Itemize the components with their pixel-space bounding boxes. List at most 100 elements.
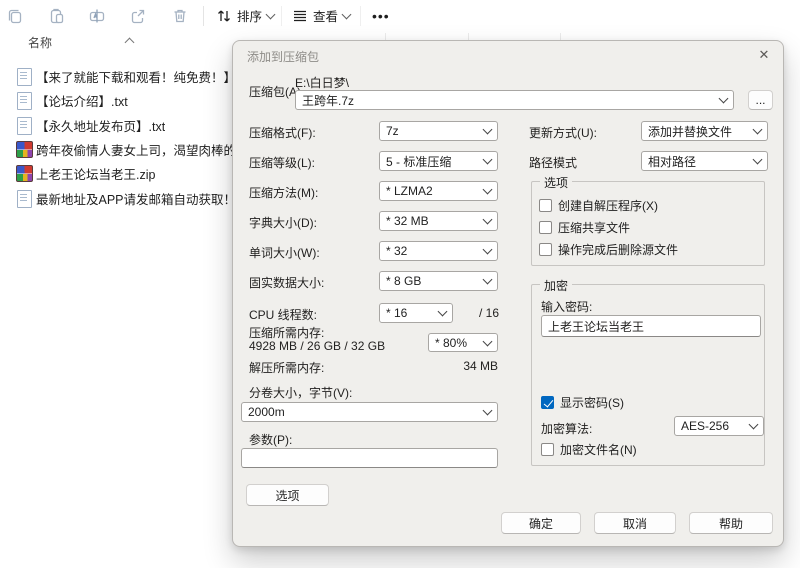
list-item[interactable]: 【论坛介绍】.txt [0,88,232,112]
list-item[interactable]: 【永久地址发布页】.txt [0,113,232,137]
word-size-value: * 32 [386,244,408,258]
chevron-down-icon [482,336,493,346]
file-name: 跨年夜偷情人妻女上司，渴望肉棒的她疯... [36,143,232,158]
level-value: 5 - 标准压缩 [386,154,452,169]
memory-decompress-value: 34 MB [463,359,498,373]
memory-percent-select[interactable]: * 80% [428,333,498,352]
dialog-title: 添加到压缩包 [247,50,320,64]
toolbar-separator [281,6,282,26]
sort-arrows-icon [218,10,230,21]
sort-button[interactable]: 排序 [216,0,276,31]
name-column-header[interactable]: 名称 [28,34,52,51]
solid-block-label: 固实数据大小: [249,276,325,290]
help-button[interactable]: 帮助 [689,512,773,534]
archive-file-icon [16,165,33,182]
ellipsis-icon: ••• [372,7,390,24]
archive-name-value: 王跨年.7z [302,93,355,108]
list-item[interactable]: 跨年夜偷情人妻女上司，渴望肉棒的她疯... [0,137,232,161]
checkbox-box [539,221,552,234]
solid-block-value: * 8 GB [386,274,422,288]
memory-decompress-label: 解压所需内存: [249,361,325,375]
encryption-method-label: 加密算法: [541,422,593,436]
create-sfx-checkbox[interactable]: 创建自解压程序(X) [539,197,658,214]
share-icon[interactable] [129,7,147,25]
update-mode-label: 更新方式(U): [529,126,597,140]
chevron-down-icon [482,184,493,195]
text-file-icon [17,117,32,135]
view-button[interactable]: 查看 [292,0,352,31]
dictionary-value: * 32 MB [386,214,429,228]
sort-label: 排序 [237,10,263,24]
toolbar-separator [203,6,204,26]
chevron-down-icon [482,244,493,255]
chevron-down-icon [748,419,759,430]
file-name: 【来了就能下载和观看！纯免费！】.txt [36,70,232,85]
encrypt-filenames-checkbox[interactable]: 加密文件名(N) [541,441,637,458]
close-icon[interactable]: ✕ [755,46,773,64]
volume-size-combobox[interactable]: 2000m [241,402,498,422]
volume-size-label: 分卷大小，字节(V): [249,386,353,400]
update-mode-select[interactable]: 添加并替换文件 [641,121,768,141]
list-item[interactable]: 【来了就能下载和观看！纯免费！】.txt [0,64,232,88]
encryption-method-select[interactable]: AES-256 [674,416,764,436]
cpu-threads-select[interactable]: * 16 [379,303,453,323]
cancel-button[interactable]: 取消 [594,512,676,534]
method-label: 压缩方法(M): [249,186,319,200]
delete-icon[interactable] [171,7,189,25]
browse-button[interactable]: ... [748,90,773,110]
options-group-title: 选项 [540,174,573,191]
chevron-down-icon [437,306,448,317]
show-password-checkbox[interactable]: 显示密码(S) [541,394,624,411]
chevron-down-icon [482,274,493,285]
word-size-select[interactable]: * 32 [379,241,498,261]
checkbox-box [539,243,552,256]
word-size-label: 单词大小(W): [249,246,320,260]
dictionary-select[interactable]: * 32 MB [379,211,498,231]
encryption-method-value: AES-256 [681,419,730,433]
password-input[interactable] [541,315,761,337]
file-name: 【论坛介绍】.txt [36,94,128,109]
list-item[interactable]: 上老王论坛当老王.zip [0,161,232,185]
parameters-input[interactable] [241,448,498,468]
path-mode-label: 路径模式 [529,156,578,170]
chevron-down-icon [752,124,763,135]
file-name: 上老王论坛当老王.zip [36,167,156,182]
more-options-button[interactable]: ••• [372,0,390,31]
explorer-window: 排序 查看 ••• 名称 【来了就能下载和观看！纯免费！】.txt 【论坛介绍】… [0,0,800,568]
archive-directory: E:\白日梦\ [295,76,350,90]
checkbox-label: 压缩共享文件 [558,221,631,235]
method-select[interactable]: * LZMA2 [379,181,498,201]
ok-button[interactable]: 确定 [501,512,581,534]
chevron-down-icon [482,214,493,225]
cpu-threads-value: * 16 [386,306,408,320]
paste-icon[interactable] [48,7,66,25]
sort-ascending-icon [124,37,135,48]
delete-after-checkbox[interactable]: 操作完成后删除源文件 [539,241,678,258]
memory-compress-detail: 4928 MB / 26 GB / 32 GB [249,339,386,353]
copy-icon[interactable] [6,7,24,25]
compress-shared-checkbox[interactable]: 压缩共享文件 [539,219,630,236]
dictionary-label: 字典大小(D): [249,216,317,230]
text-file-icon [17,190,32,208]
list-item[interactable]: 最新地址及APP请发邮箱自动获取！！！.... [0,186,232,210]
level-select[interactable]: 5 - 标准压缩 [379,151,498,171]
update-mode-value: 添加并替换文件 [648,124,733,139]
encryption-group-title: 加密 [540,277,573,294]
method-value: * LZMA2 [386,184,433,198]
text-file-icon [17,68,32,86]
archive-name-combobox[interactable]: 王跨年.7z [295,90,734,110]
checkbox-label: 创建自解压程序(X) [558,199,658,213]
chevron-down-icon [482,124,493,135]
format-select[interactable]: 7z [379,121,498,141]
solid-block-select[interactable]: * 8 GB [379,271,498,291]
cpu-threads-label: CPU 线程数: [249,308,318,322]
options-button[interactable]: 选项 [246,484,329,506]
chevron-down-icon [341,9,352,19]
cpu-threads-max: / 16 [478,306,499,320]
rename-icon[interactable] [88,7,106,25]
checkbox-box [541,443,554,456]
path-mode-select[interactable]: 相对路径 [641,151,768,171]
password-label: 输入密码: [541,300,593,314]
format-label: 压缩格式(F): [249,126,316,140]
chevron-down-icon [482,405,493,416]
